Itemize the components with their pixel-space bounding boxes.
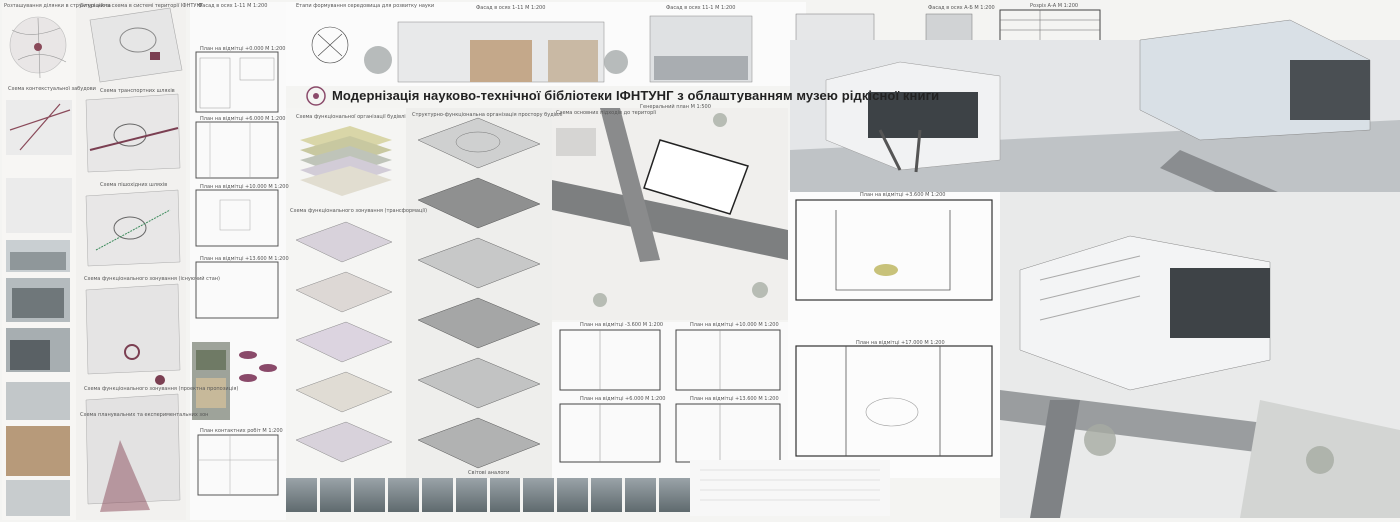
caption-plan-6: План на відмітці +6.000 М 1:200 (200, 116, 286, 122)
caption-approaches: Схема основних підходів до території (556, 110, 657, 116)
caption-plan-13600: План на відмітці +13.600 М 1:200 (690, 396, 779, 402)
facade-1-11 (364, 21, 628, 83)
transport-scheme (85, 93, 181, 173)
caption-transport: Схема транспортних шляхів (100, 88, 175, 94)
caption-context: Схема контекстуальної забудови (8, 86, 96, 92)
caption-facade-11-1: Фасад в осях 11-1 М 1:200 (666, 5, 736, 11)
exploded-axonometric (406, 108, 552, 478)
analogue-photo (557, 478, 589, 512)
interior-photos (192, 342, 230, 420)
master-plan (552, 108, 788, 320)
caption-pedestrian: Схема пішохідних шляхів (100, 182, 168, 188)
facade-11-1 (649, 15, 753, 83)
analogues-gallery (286, 478, 691, 512)
caption-facade-1-11-small: Фасад в осях 1-11 М 1:200 (198, 3, 268, 9)
tables-area (690, 460, 890, 516)
caption-facade-a-b: Фасад в осях А-Б М 1:200 (928, 5, 995, 11)
analogue-photo (286, 478, 317, 512)
caption-facade-1-11: Фасад в осях 1-11 М 1:200 (476, 5, 546, 11)
caption-section-a-a: Розріз А-А М 1:200 (1030, 3, 1079, 9)
analogue-photo (455, 478, 487, 512)
render-3 (1000, 192, 1400, 518)
caption-stages: Етапи формування середовища для розвитку… (296, 3, 435, 9)
caption-zoning-transformations: Схема функціонального зонування (трансфо… (290, 208, 428, 214)
caption-analogues: Світові аналоги (468, 470, 510, 476)
analogue-photo (387, 478, 419, 512)
caption-zoning-proposal: Схема функціонального зонування (проектн… (84, 386, 239, 392)
caption-plan-3600: План на відмітці +3.600 М 1:200 (860, 192, 946, 198)
title-logo (306, 86, 326, 106)
caption-plan-6000: План на відмітці +6.000 М 1:200 (580, 396, 666, 402)
caption-plan-10000: План на відмітці +10.000 М 1:200 (690, 322, 779, 328)
caption-plan-minus-3600: План на відмітці -3.600 М 1:200 (580, 322, 664, 328)
caption-experimental-zones: Схема планувальних та експериментальних … (80, 412, 209, 418)
caption-plan-10: План на відмітці +10.000 М 1:200 (200, 184, 289, 190)
caption-plan-0: План на відмітці +0.000 М 1:200 (200, 46, 286, 52)
context-scheme (6, 100, 72, 155)
large-plans (788, 190, 1000, 478)
analogue-photo (353, 478, 385, 512)
situational-scheme (89, 7, 183, 83)
caption-structural-organization: Структурно-функціональна організація про… (412, 112, 563, 118)
functional-organization (286, 108, 406, 478)
caption-plan-17000: План на відмітці +17.000 М 1:200 (856, 340, 945, 346)
analogue-photo (489, 478, 521, 512)
analogue-photo (523, 478, 555, 512)
poster-title: Модернізація науково-технічної бібліотек… (332, 88, 940, 103)
caption-zoning-existing: Схема функціонального зонування (існуючи… (84, 276, 221, 282)
analogue-photo (659, 478, 691, 512)
caption-contact-plan: План контактних робіт М 1:200 (200, 428, 283, 434)
left-schemes-column (2, 2, 186, 520)
analogue-photo (421, 478, 453, 512)
analogue-photo (625, 478, 657, 512)
analogue-photo (591, 478, 623, 512)
caption-plan-13: План на відмітці +13.600 М 1:200 (200, 256, 289, 262)
caption-functional-organization: Схема функціональної організації будівлі (296, 114, 406, 120)
caption-situational: Ситуаційна схема в системі території ІФН… (80, 3, 204, 9)
analogue-photo (319, 478, 351, 512)
